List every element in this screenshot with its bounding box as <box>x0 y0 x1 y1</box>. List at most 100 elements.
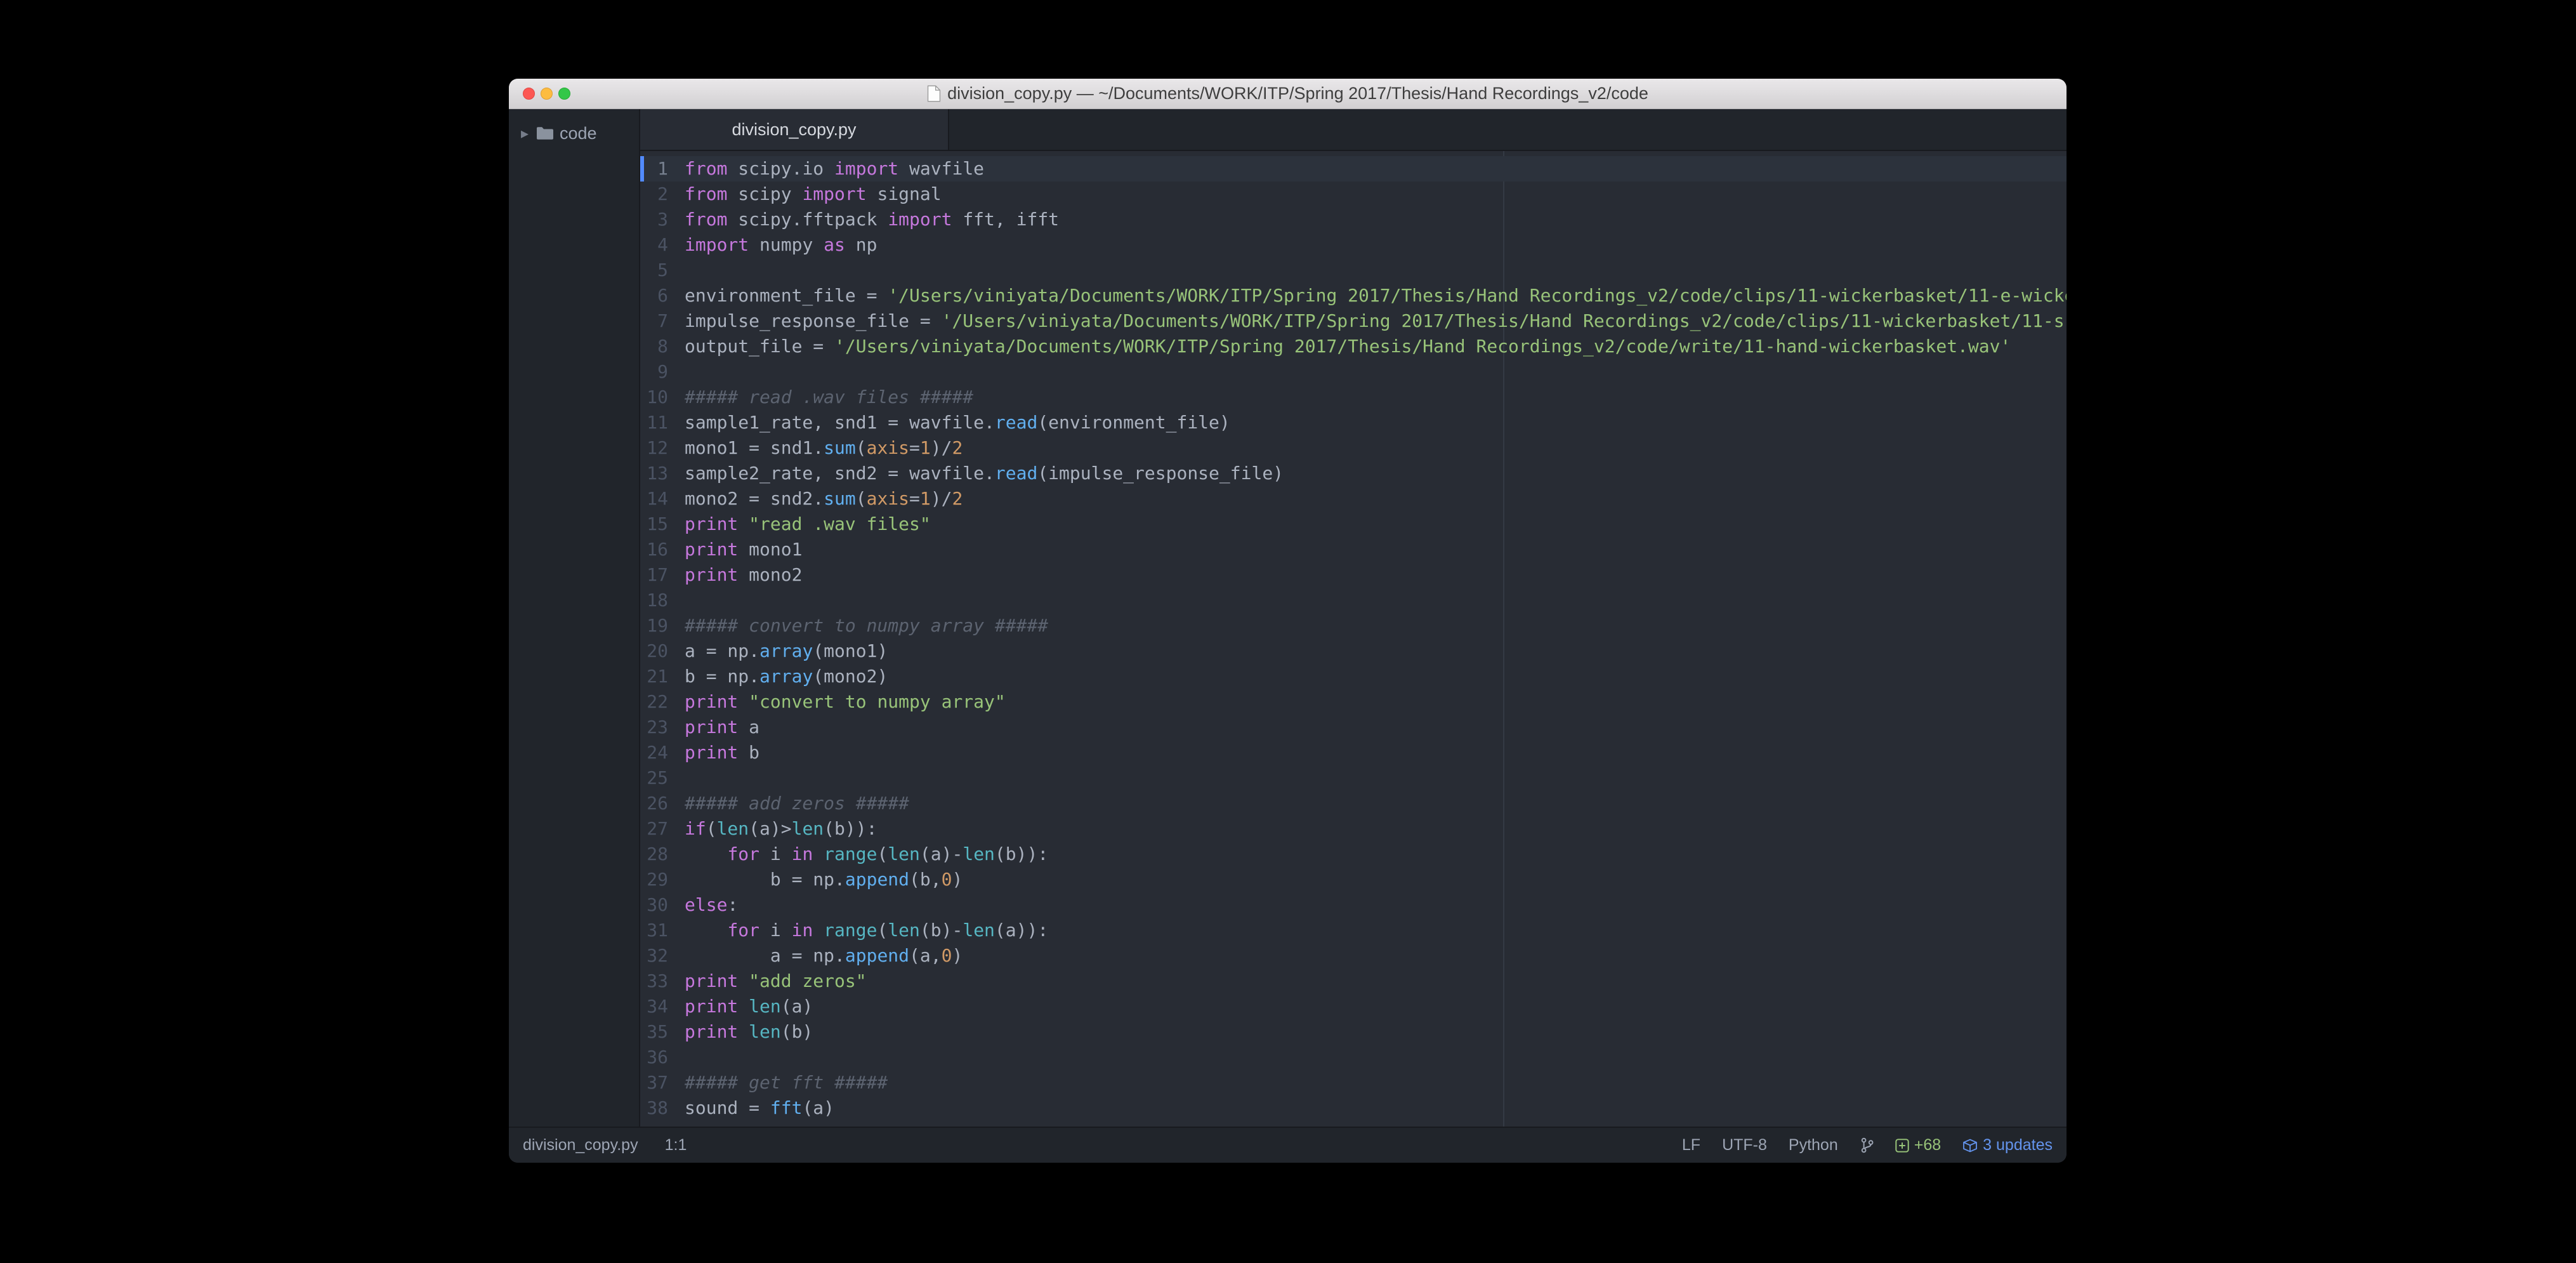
status-updates[interactable]: 3 updates <box>1962 1136 2053 1154</box>
code-line[interactable]: 17print mono2 <box>640 562 2067 588</box>
code-token: len <box>963 920 995 941</box>
code-line[interactable]: 29 b = np.append(b,0) <box>640 867 2067 892</box>
line-number[interactable]: 3 <box>640 207 668 232</box>
code-line[interactable]: 4import numpy as np <box>640 232 2067 258</box>
code-line[interactable]: 15print "read .wav files" <box>640 512 2067 537</box>
line-number[interactable]: 4 <box>640 232 668 258</box>
status-cursor-position[interactable]: 1:1 <box>665 1136 687 1154</box>
code-line[interactable]: 3from scipy.fftpack import fft, ifft <box>640 207 2067 232</box>
line-number[interactable]: 33 <box>640 969 668 994</box>
tree-item-code-folder[interactable]: ▸ code <box>509 121 639 146</box>
line-number[interactable]: 14 <box>640 486 668 512</box>
code-line[interactable]: 12mono1 = snd1.sum(axis=1)/2 <box>640 435 2067 461</box>
code-line[interactable]: 2from scipy import signal <box>640 182 2067 207</box>
line-number[interactable]: 31 <box>640 918 668 943</box>
code-line[interactable]: 1from scipy.io import wavfile <box>640 156 2067 182</box>
code-line[interactable]: 7impulse_response_file = '/Users/viniyat… <box>640 308 2067 334</box>
code-line[interactable]: 35print len(b) <box>640 1019 2067 1045</box>
code-line[interactable]: 34print len(a) <box>640 994 2067 1019</box>
line-number[interactable]: 5 <box>640 258 668 283</box>
line-number[interactable]: 32 <box>640 943 668 969</box>
status-encoding[interactable]: UTF-8 <box>1722 1136 1767 1154</box>
code-text: print "convert to numpy array" <box>668 689 1006 715</box>
code-line[interactable]: 21b = np.array(mono2) <box>640 664 2067 689</box>
code-line[interactable]: 9 <box>640 359 2067 385</box>
code-line[interactable]: 16print mono1 <box>640 537 2067 562</box>
line-number[interactable]: 10 <box>640 385 668 410</box>
code-line[interactable]: 10##### read .wav files ##### <box>640 385 2067 410</box>
chevron-right-icon[interactable]: ▸ <box>519 124 530 143</box>
code-line[interactable]: 14mono2 = snd2.sum(axis=1)/2 <box>640 486 2067 512</box>
line-number[interactable]: 25 <box>640 765 668 791</box>
line-number[interactable]: 36 <box>640 1045 668 1070</box>
code-line[interactable]: 33print "add zeros" <box>640 969 2067 994</box>
line-number[interactable]: 15 <box>640 512 668 537</box>
code-line[interactable]: 13sample2_rate, snd2 = wavfile.read(impu… <box>640 461 2067 486</box>
line-number[interactable]: 26 <box>640 791 668 816</box>
line-number[interactable]: 8 <box>640 334 668 359</box>
status-git-branch[interactable] <box>1860 1137 1874 1154</box>
line-number[interactable]: 28 <box>640 842 668 867</box>
line-number[interactable]: 13 <box>640 461 668 486</box>
line-number[interactable]: 16 <box>640 537 668 562</box>
line-number[interactable]: 20 <box>640 638 668 664</box>
code-token: scipy.io <box>727 158 834 179</box>
code-line[interactable]: 19##### convert to numpy array ##### <box>640 613 2067 638</box>
line-number[interactable]: 17 <box>640 562 668 588</box>
code-line[interactable]: 20a = np.array(mono1) <box>640 638 2067 664</box>
status-git-diff[interactable]: +68 <box>1895 1136 1941 1154</box>
tab-division-copy[interactable]: division_copy.py <box>640 109 949 150</box>
code-line[interactable]: 37##### get fft ##### <box>640 1070 2067 1095</box>
line-number[interactable]: 18 <box>640 588 668 613</box>
line-number[interactable]: 7 <box>640 308 668 334</box>
line-number[interactable]: 11 <box>640 410 668 435</box>
code-line[interactable]: 23print a <box>640 715 2067 740</box>
line-number[interactable]: 12 <box>640 435 668 461</box>
code-line[interactable]: 28 for i in range(len(a)-len(b)): <box>640 842 2067 867</box>
code-line[interactable]: 32 a = np.append(a,0) <box>640 943 2067 969</box>
line-number[interactable]: 27 <box>640 816 668 842</box>
code-line[interactable]: 11sample1_rate, snd1 = wavfile.read(envi… <box>640 410 2067 435</box>
line-number[interactable]: 24 <box>640 740 668 765</box>
status-grammar[interactable]: Python <box>1789 1136 1838 1154</box>
code-line[interactable]: 8output_file = '/Users/viniyata/Document… <box>640 334 2067 359</box>
line-number[interactable]: 38 <box>640 1095 668 1121</box>
code-line[interactable]: 27if(len(a)>len(b)): <box>640 816 2067 842</box>
status-line-ending[interactable]: LF <box>1682 1136 1700 1154</box>
line-number[interactable]: 19 <box>640 613 668 638</box>
code-line[interactable]: 30else: <box>640 892 2067 918</box>
minimize-button-icon[interactable] <box>541 88 553 100</box>
code-line[interactable]: 25 <box>640 765 2067 791</box>
code-editor[interactable]: 1from scipy.io import wavfile2from scipy… <box>640 151 2067 1127</box>
line-number[interactable]: 2 <box>640 182 668 207</box>
line-number[interactable]: 22 <box>640 689 668 715</box>
code-line[interactable]: 26##### add zeros ##### <box>640 791 2067 816</box>
line-number[interactable]: 9 <box>640 359 668 385</box>
line-number[interactable]: 6 <box>640 283 668 308</box>
code-line[interactable]: 31 for i in range(len(b)-len(a)): <box>640 918 2067 943</box>
line-number[interactable]: 21 <box>640 664 668 689</box>
line-number[interactable]: 29 <box>640 867 668 892</box>
line-number[interactable]: 37 <box>640 1070 668 1095</box>
code-line[interactable]: 24print b <box>640 740 2067 765</box>
line-number[interactable]: 23 <box>640 715 668 740</box>
code-line[interactable]: 6environment_file = '/Users/viniyata/Doc… <box>640 283 2067 308</box>
tree-view[interactable]: ▸ code <box>509 109 640 1127</box>
code-token: i <box>759 920 792 941</box>
line-number[interactable]: 34 <box>640 994 668 1019</box>
status-file-name[interactable]: division_copy.py <box>523 1136 638 1154</box>
zoom-button-icon[interactable] <box>558 88 570 100</box>
code-line[interactable]: 5 <box>640 258 2067 283</box>
code-line[interactable]: 22print "convert to numpy array" <box>640 689 2067 715</box>
code-line[interactable]: 38sound = fft(a) <box>640 1095 2067 1121</box>
line-number[interactable]: 1 <box>640 156 668 182</box>
code-token: ) <box>952 945 963 966</box>
line-number[interactable]: 35 <box>640 1019 668 1045</box>
code-line[interactable]: 18 <box>640 588 2067 613</box>
code-line[interactable]: 36 <box>640 1045 2067 1070</box>
close-button-icon[interactable] <box>523 88 535 100</box>
package-icon <box>1962 1139 1978 1153</box>
line-number[interactable]: 30 <box>640 892 668 918</box>
window-titlebar[interactable]: division_copy.py — ~/Documents/WORK/ITP/… <box>509 79 2067 109</box>
code-token: )/ <box>931 437 952 458</box>
